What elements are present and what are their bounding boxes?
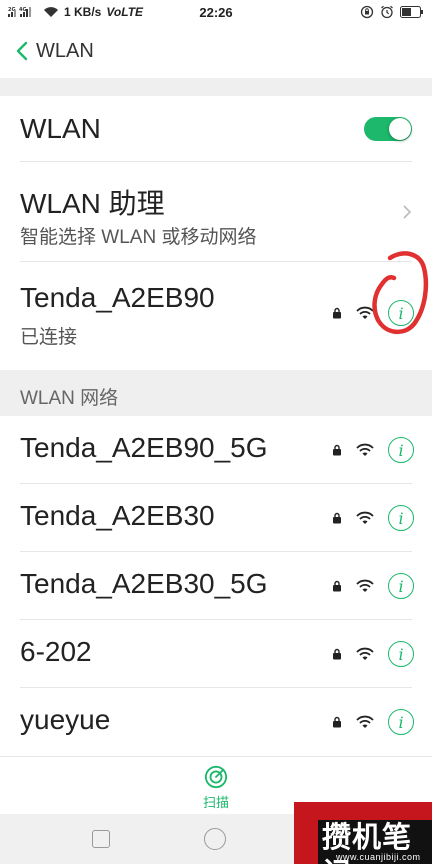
network-icons: i xyxy=(332,641,414,667)
wlan-toggle-switch[interactable] xyxy=(364,117,412,141)
connected-status: 已连接 xyxy=(20,327,78,348)
network-row[interactable]: Tenda_A2EB30 i xyxy=(0,484,432,552)
scan-icon xyxy=(204,765,228,789)
wifi-icon xyxy=(356,511,374,524)
wlan-assistant-row[interactable]: WLAN 助理 智能选择 WLAN 或移动网络 xyxy=(0,162,432,262)
home-button[interactable] xyxy=(204,828,226,850)
lock-icon xyxy=(333,307,341,319)
svg-text:4G: 4G xyxy=(19,7,27,13)
status-left: 2G 4G 1 KB/s VoLTE xyxy=(8,5,143,19)
chevron-right-icon xyxy=(403,205,412,219)
assistant-title: WLAN 助理 xyxy=(20,188,165,219)
connected-ssid: Tenda_A2EB90 xyxy=(20,282,215,313)
battery-icon xyxy=(400,6,423,18)
watermark-decor xyxy=(324,808,330,814)
scan-label: 扫描 xyxy=(202,795,229,810)
network-row[interactable]: yueyue i xyxy=(0,688,432,756)
network-icons: i xyxy=(332,573,414,599)
watermark-decor xyxy=(402,808,412,818)
back-button[interactable]: WLAN xyxy=(14,40,94,63)
status-bar: 2G 4G 1 KB/s VoLTE 22:26 xyxy=(0,0,432,24)
network-ssid: yueyue xyxy=(20,704,111,735)
info-icon[interactable]: i xyxy=(388,505,414,531)
lock-icon xyxy=(333,512,341,524)
network-row[interactable]: Tenda_A2EB30_5G i xyxy=(0,552,432,620)
lock-icon xyxy=(333,716,341,728)
wifi-icon xyxy=(356,443,374,456)
network-ssid: Tenda_A2EB90_5G xyxy=(20,432,268,463)
annotation-circle xyxy=(372,251,429,334)
info-icon[interactable]: i xyxy=(388,709,414,735)
status-right xyxy=(360,5,424,19)
network-row[interactable]: Tenda_A2EB90_5G i xyxy=(0,416,432,484)
wlan-toggle-row[interactable]: WLAN xyxy=(0,96,432,162)
network-row[interactable]: 6-202 i xyxy=(0,620,432,688)
section-label: WLAN 网络 xyxy=(20,388,119,409)
network-ssid: Tenda_A2EB30_5G xyxy=(20,568,268,599)
back-chevron-icon xyxy=(16,41,28,61)
network-ssid: 6-202 xyxy=(20,636,92,667)
toggle-knob xyxy=(389,118,411,140)
app-header: WLAN xyxy=(0,24,432,78)
recents-button[interactable] xyxy=(92,830,110,848)
wifi-icon xyxy=(356,715,374,728)
scan-button[interactable]: 扫描 xyxy=(192,765,240,811)
volte-indicator: VoLTE xyxy=(106,5,144,19)
network-icons: i xyxy=(332,437,414,463)
network-ssid: Tenda_A2EB30 xyxy=(20,500,215,531)
watermark-url: www.cuanjibiji.com xyxy=(336,852,421,862)
status-wifi-icon xyxy=(44,7,58,17)
lock-icon xyxy=(333,648,341,660)
wifi-icon xyxy=(356,579,374,592)
network-icons: i xyxy=(332,505,414,531)
lock-icon xyxy=(333,580,341,592)
info-icon[interactable]: i xyxy=(388,573,414,599)
network-speed: 1 KB/s xyxy=(64,5,102,19)
header-gap xyxy=(0,78,432,96)
info-icon[interactable]: i xyxy=(388,437,414,463)
info-icon[interactable]: i xyxy=(388,641,414,667)
alarm-icon xyxy=(381,5,393,19)
wlan-toggle-label: WLAN xyxy=(20,113,101,144)
network-icons: i xyxy=(332,709,414,735)
section-header: WLAN 网络 xyxy=(0,370,432,416)
lock-rotation-icon xyxy=(360,5,374,19)
cellular-signal-icon: 2G 4G xyxy=(8,7,31,17)
page-title: WLAN xyxy=(36,39,94,62)
wifi-icon xyxy=(356,647,374,660)
lock-icon xyxy=(333,444,341,456)
assistant-subtitle: 智能选择 WLAN 或移动网络 xyxy=(20,227,257,248)
